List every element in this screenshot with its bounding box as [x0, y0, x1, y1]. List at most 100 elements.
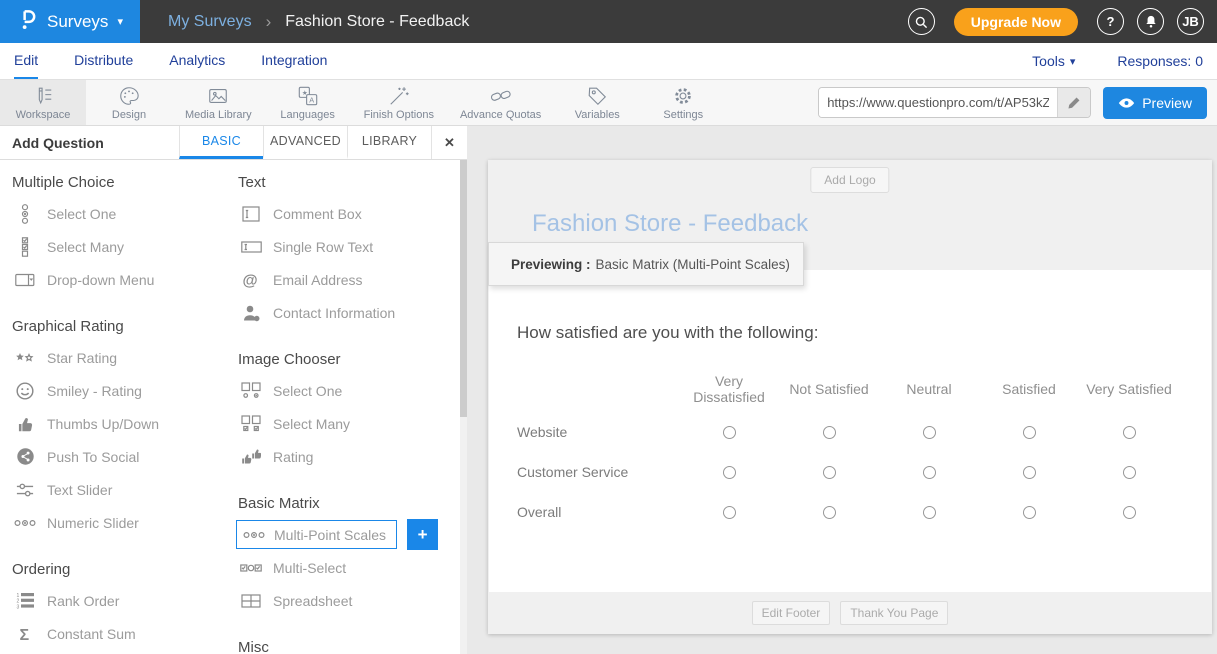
tab-advanced[interactable]: ADVANCED: [263, 126, 347, 159]
matrix-radio[interactable]: [1123, 506, 1136, 519]
toolbar-item-media-library[interactable]: Media Library: [172, 80, 265, 125]
tab-integration[interactable]: Integration: [261, 43, 327, 79]
question-type-image-select-one[interactable]: Select One: [236, 374, 462, 407]
matrix-radio[interactable]: [923, 426, 936, 439]
avatar[interactable]: JB: [1177, 8, 1204, 35]
search-button[interactable]: [908, 8, 935, 35]
section-nav: Edit Distribute Analytics Integration To…: [0, 43, 1217, 80]
tab-edit[interactable]: Edit: [14, 43, 38, 79]
question-type-select-many[interactable]: Select Many: [10, 230, 236, 263]
matrix-radio[interactable]: [723, 426, 736, 439]
svg-text:Σ: Σ: [20, 627, 30, 643]
panel-scrollbar[interactable]: [460, 160, 467, 654]
matrix-radio[interactable]: [823, 506, 836, 519]
tools-menu-label: Tools: [1032, 53, 1065, 69]
question-type-single-row-text[interactable]: Single Row Text: [236, 230, 462, 263]
matrix-radio[interactable]: [1123, 426, 1136, 439]
toolbar-item-languages[interactable]: ★A Languages: [265, 80, 351, 125]
matrix-radio[interactable]: [823, 426, 836, 439]
question-type-star-rating[interactable]: Star Rating: [10, 341, 236, 374]
question-type-thumbs-up-down[interactable]: Thumbs Up/Down: [10, 407, 236, 440]
tools-menu[interactable]: Tools ▾: [1032, 53, 1075, 69]
survey-url-input[interactable]: [819, 88, 1057, 117]
matrix-radio[interactable]: [723, 506, 736, 519]
matrix-radio[interactable]: [1023, 506, 1036, 519]
selected-question-type-box[interactable]: Multi-Point Scales: [236, 520, 397, 549]
question-type-multi-select[interactable]: Multi-Select: [236, 551, 462, 584]
toolbar-item-design[interactable]: Design: [86, 80, 172, 125]
bell-icon: [1144, 14, 1158, 29]
question-type-push-to-social[interactable]: Push To Social: [10, 440, 236, 473]
matrix-radio[interactable]: [923, 506, 936, 519]
close-panel-button[interactable]: ✕: [431, 126, 467, 159]
question-type-select-one[interactable]: Select One: [10, 197, 236, 230]
question-type-text-slider[interactable]: Text Slider: [10, 473, 236, 506]
question-type-label: Multi-Point Scales: [274, 527, 386, 543]
upgrade-now-button[interactable]: Upgrade Now: [954, 8, 1078, 36]
svg-text:A: A: [309, 95, 314, 104]
tab-basic[interactable]: BASIC: [179, 126, 263, 159]
rank-order-icon: 123: [13, 592, 37, 609]
spreadsheet-icon: [239, 594, 263, 608]
question-type-label: Comment Box: [273, 206, 362, 222]
edit-url-button[interactable]: [1057, 88, 1090, 117]
notifications-button[interactable]: [1137, 8, 1164, 35]
toolbar-item-advance-quotas[interactable]: Advance Quotas: [447, 80, 554, 125]
panel-title: Add Question: [0, 126, 104, 159]
add-question-button[interactable]: +: [407, 519, 438, 550]
matrix-radio[interactable]: [1123, 466, 1136, 479]
toolbar-item-variables[interactable]: Variables: [554, 80, 640, 125]
toolbar-item-workspace[interactable]: Workspace: [0, 80, 86, 125]
question-type-image-rating[interactable]: Rating: [236, 440, 462, 473]
question-text[interactable]: How satisfied are you with the following…: [517, 323, 818, 343]
product-menu[interactable]: Surveys ▾: [0, 0, 140, 43]
survey-title[interactable]: Fashion Store - Feedback: [532, 210, 808, 238]
tab-distribute[interactable]: Distribute: [74, 43, 133, 79]
question-type-image-select-many[interactable]: Select Many: [236, 407, 462, 440]
matrix-radio[interactable]: [723, 466, 736, 479]
question-type-rank-order[interactable]: 123 Rank Order: [10, 584, 236, 617]
toolbar-item-settings[interactable]: Settings: [640, 80, 726, 125]
question-type-label: Spreadsheet: [273, 593, 352, 609]
question-type-label: Constant Sum: [47, 626, 136, 642]
matrix-radio[interactable]: [1023, 426, 1036, 439]
survey-url-box: [818, 87, 1091, 118]
breadcrumb-my-surveys[interactable]: My Surveys: [168, 13, 252, 31]
palette-icon: [118, 85, 140, 107]
help-button[interactable]: ?: [1097, 8, 1124, 35]
dropdown-icon: [13, 273, 37, 287]
question-type-list: Multiple Choice Select One Select Many D…: [0, 160, 467, 654]
edit-footer-button[interactable]: Edit Footer: [752, 601, 831, 625]
question-type-numeric-slider[interactable]: Numeric Slider: [10, 506, 236, 539]
responses-count[interactable]: Responses: 0: [1117, 53, 1203, 69]
previewing-label: Previewing :: [511, 257, 591, 272]
question-type-comment-box[interactable]: Comment Box: [236, 197, 462, 230]
question-type-label: Select Many: [47, 239, 124, 255]
matrix-radio[interactable]: [823, 466, 836, 479]
matrix-radio[interactable]: [1023, 466, 1036, 479]
matrix-column-header: Satisfied: [979, 366, 1079, 412]
tab-analytics[interactable]: Analytics: [169, 43, 225, 79]
question-type-smiley-rating[interactable]: Smiley - Rating: [10, 374, 236, 407]
preview-button[interactable]: Preview: [1103, 87, 1207, 119]
nav-right: Tools ▾ Responses: 0: [1032, 43, 1203, 79]
question-type-item-partial[interactable]: [10, 650, 236, 654]
tab-library[interactable]: LIBRARY: [347, 126, 431, 159]
matrix-question-table: Very Dissatisfied Not Satisfied Neutral …: [517, 366, 1179, 532]
thank-you-page-button[interactable]: Thank You Page: [840, 601, 948, 625]
question-type-contact-information[interactable]: Contact Information: [236, 296, 462, 329]
question-type-label: Contact Information: [273, 305, 395, 321]
toolbar-item-finish-options[interactable]: Finish Options: [351, 80, 447, 125]
matrix-radio[interactable]: [923, 466, 936, 479]
question-type-email-address[interactable]: @ Email Address: [236, 263, 462, 296]
share-icon: [13, 447, 37, 466]
question-type-spreadsheet[interactable]: Spreadsheet: [236, 584, 462, 617]
question-type-dropdown-menu[interactable]: Drop-down Menu: [10, 263, 236, 296]
question-type-multi-point-scales[interactable]: Multi-Point Scales +: [236, 518, 462, 551]
question-type-column-2: Text Comment Box Single Row Text @ Email…: [236, 160, 462, 654]
scrollbar-thumb[interactable]: [460, 160, 467, 417]
question-type-constant-sum[interactable]: Σ Constant Sum: [10, 617, 236, 650]
gear-icon: [672, 85, 694, 107]
matrix-column-header: Neutral: [879, 366, 979, 412]
add-logo-button[interactable]: Add Logo: [810, 167, 889, 193]
